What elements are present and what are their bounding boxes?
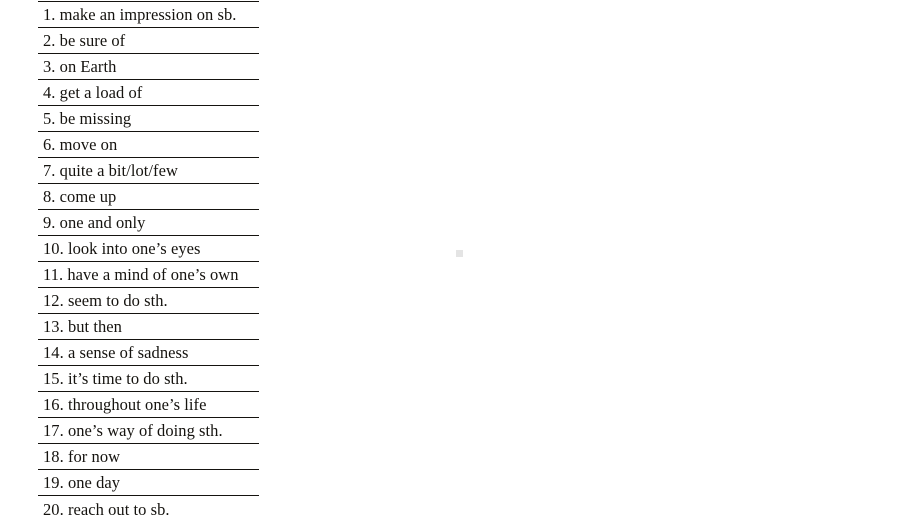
document-page: 1. make an impression on sb. 2. be sure … <box>0 0 920 519</box>
list-item[interactable]: 16. throughout one’s life <box>38 392 259 418</box>
list-item[interactable]: 3. on Earth <box>38 54 259 80</box>
list-item-text: 2. be sure of <box>43 31 126 50</box>
list-item-text: 13. but then <box>43 317 122 336</box>
list-item-text: 8. come up <box>43 187 117 206</box>
list-item[interactable]: 20. reach out to sb. <box>38 496 259 522</box>
list-item[interactable]: 14. a sense of sadness <box>38 340 259 366</box>
list-item-text: 14. a sense of sadness <box>43 343 189 362</box>
list-item[interactable]: 6. move on <box>38 132 259 158</box>
list-item-text: 5. be missing <box>43 109 132 128</box>
list-item[interactable]: 9. one and only <box>38 210 259 236</box>
list-item-text: 9. one and only <box>43 213 146 232</box>
list-item-text: 19. one day <box>43 473 121 492</box>
list-item[interactable]: 12. seem to do sth. <box>38 288 259 314</box>
list-item[interactable]: 8. come up <box>38 184 259 210</box>
list-item-text: 17. one’s way of doing sth. <box>43 421 223 440</box>
list-item-text: 4. get a load of <box>43 83 143 102</box>
list-item-text: 7. quite a bit/lot/few <box>43 161 178 180</box>
list-item[interactable]: 10. look into one’s eyes <box>38 236 259 262</box>
numbered-phrase-list: 1. make an impression on sb. 2. be sure … <box>38 1 259 522</box>
list-item[interactable]: 13. but then <box>38 314 259 340</box>
list-item-text: 11. have a mind of one’s own <box>43 265 239 284</box>
list-item-text: 1. make an impression on sb. <box>43 5 237 24</box>
list-item[interactable]: 17. one’s way of doing sth. <box>38 418 259 444</box>
list-item[interactable]: 19. one day <box>38 470 259 496</box>
list-item[interactable]: 18. for now <box>38 444 259 470</box>
list-item-text: 10. look into one’s eyes <box>43 239 201 258</box>
list-item-text: 15. it’s time to do sth. <box>43 369 188 388</box>
list-item[interactable]: 15. it’s time to do sth. <box>38 366 259 392</box>
list-item-text: 6. move on <box>43 135 118 154</box>
grey-square-artifact <box>456 250 463 257</box>
list-item[interactable]: 5. be missing <box>38 106 259 132</box>
list-item[interactable]: 11. have a mind of one’s own <box>38 262 259 288</box>
list-item-text: 20. reach out to sb. <box>43 500 170 519</box>
list-item-text: 18. for now <box>43 447 121 466</box>
list-item[interactable]: 2. be sure of <box>38 28 259 54</box>
list-item-text: 12. seem to do sth. <box>43 291 168 310</box>
list-item-text: 3. on Earth <box>43 57 117 76</box>
list-item[interactable]: 1. make an impression on sb. <box>38 1 259 28</box>
list-item[interactable]: 7. quite a bit/lot/few <box>38 158 259 184</box>
list-item[interactable]: 4. get a load of <box>38 80 259 106</box>
list-item-text: 16. throughout one’s life <box>43 395 207 414</box>
